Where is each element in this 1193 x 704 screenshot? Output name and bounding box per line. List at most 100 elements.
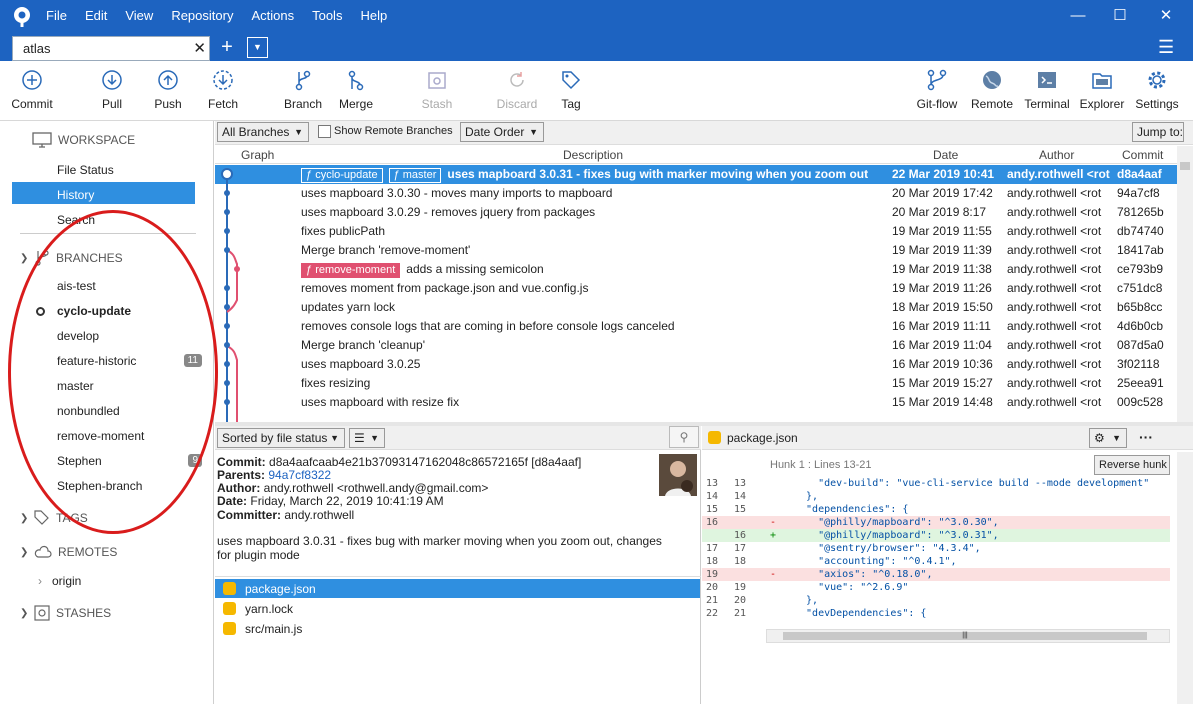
terminal-button[interactable]: Terminal bbox=[1022, 65, 1072, 119]
commit-list-scrollbar[interactable] bbox=[1177, 146, 1193, 422]
stash-button[interactable]: Stash bbox=[420, 65, 454, 119]
commit-row[interactable]: ƒ remove-moment adds a missing semicolon 1… bbox=[215, 260, 1177, 279]
commit-author: andy.rothwell <rot bbox=[1007, 319, 1102, 333]
commit-description: updates yarn lock bbox=[301, 300, 396, 314]
commit-sha: 4d6b0cb bbox=[1117, 319, 1164, 333]
reverse-hunk-button[interactable]: Reverse hunk bbox=[1094, 455, 1170, 475]
changed-file-row[interactable]: yarn.lock bbox=[215, 599, 700, 618]
sidebar-item-history[interactable]: History bbox=[57, 188, 94, 202]
commit-sha: db74740 bbox=[1117, 224, 1164, 238]
menu-file[interactable]: File bbox=[46, 8, 67, 23]
commit-row[interactable]: removes console logs that are coming in … bbox=[215, 317, 1177, 336]
menu-tools[interactable]: Tools bbox=[312, 8, 342, 23]
menu-repository[interactable]: Repository bbox=[171, 8, 233, 23]
discard-button[interactable]: Discard bbox=[496, 65, 538, 119]
commit-button[interactable]: Commit bbox=[10, 65, 54, 119]
details-toolbar: Sorted by file status ▼ ☰ ▼ ⚲ bbox=[215, 426, 701, 450]
branch-ref-label[interactable]: ƒ remove-moment bbox=[301, 263, 401, 278]
parent-link[interactable]: 94a7cf8322 bbox=[268, 468, 331, 482]
explorer-button[interactable]: Explorer bbox=[1079, 65, 1125, 119]
section-workspace[interactable]: WORKSPACE bbox=[32, 132, 135, 148]
remote-button[interactable]: Remote bbox=[970, 65, 1014, 119]
pull-button[interactable]: Pull bbox=[97, 65, 127, 119]
tag-icon bbox=[562, 71, 581, 90]
branch-ref-label[interactable]: ƒ cyclo-update bbox=[301, 168, 383, 183]
column-author[interactable]: Author bbox=[1039, 148, 1074, 162]
branch-ref-label[interactable]: ƒ master bbox=[388, 168, 442, 183]
commit-author: andy.rothwell <rot bbox=[1007, 243, 1102, 257]
commit-row[interactable]: ƒ cyclo-update ƒ master uses mapboard 3.0.… bbox=[215, 165, 1177, 184]
commit-row[interactable]: uses mapboard 3.0.29 - removes jquery fr… bbox=[215, 203, 1177, 222]
sort-dropdown[interactable]: Sorted by file status ▼ bbox=[217, 428, 345, 448]
merge-button[interactable]: Merge bbox=[337, 65, 375, 119]
commit-description: Merge branch 'cleanup' bbox=[301, 338, 425, 352]
diff-vertical-scrollbar[interactable] bbox=[1177, 452, 1193, 704]
modified-file-icon bbox=[708, 431, 721, 444]
push-button[interactable]: Push bbox=[152, 65, 184, 119]
menu-edit[interactable]: Edit bbox=[85, 8, 107, 23]
maximize-icon[interactable]: ☐ bbox=[1105, 4, 1135, 28]
commit-date: 18 Mar 2019 15:50 bbox=[892, 300, 993, 314]
view-mode-dropdown[interactable]: ☰ ▼ bbox=[349, 428, 385, 448]
commit-sha: d8a4aaf bbox=[1117, 167, 1162, 181]
section-stashes[interactable]: ❯ STASHES bbox=[20, 605, 111, 621]
commit-sha: c751dc8 bbox=[1117, 281, 1163, 295]
commit-row[interactable]: Merge branch 'remove-moment' 19 Mar 2019 … bbox=[215, 241, 1177, 260]
commit-row[interactable]: Merge branch 'cleanup' 16 Mar 2019 11:04 a… bbox=[215, 336, 1177, 355]
commit-date: 19 Mar 2019 11:26 bbox=[892, 281, 992, 295]
close-tab-icon[interactable]: ✕ bbox=[193, 39, 206, 57]
sidebar-item-history-highlight[interactable] bbox=[12, 182, 195, 204]
changed-file-row[interactable]: src/main.js bbox=[215, 619, 700, 638]
hamburger-menu-icon[interactable]: ☰ bbox=[1158, 37, 1174, 58]
commit-row[interactable]: updates yarn lock 18 Mar 2019 15:50 andy.r… bbox=[215, 298, 1177, 317]
order-dropdown[interactable]: Date Order ▼ bbox=[460, 122, 544, 142]
column-date[interactable]: Date bbox=[933, 148, 958, 162]
scrollbar-thumb[interactable] bbox=[1180, 162, 1190, 170]
commit-description: fixes resizing bbox=[301, 376, 371, 390]
sidebar-item-file-status[interactable]: File Status bbox=[57, 163, 114, 177]
more-options-icon[interactable]: ··· bbox=[1139, 429, 1153, 445]
fetch-icon bbox=[213, 70, 233, 90]
jump-to-button[interactable]: Jump to: bbox=[1132, 122, 1184, 142]
scrollbar-thumb[interactable]: ||| bbox=[783, 632, 1147, 640]
section-remotes[interactable]: ❯ REMOTES bbox=[20, 545, 117, 559]
minimize-icon[interactable]: — bbox=[1063, 4, 1093, 28]
search-icon[interactable]: ⚲ bbox=[669, 426, 699, 448]
commit-row[interactable]: uses mapboard 3.0.30 - moves many import… bbox=[215, 184, 1177, 203]
pull-icon bbox=[102, 70, 122, 90]
new-tab-icon[interactable]: + bbox=[217, 36, 237, 59]
commit-row[interactable]: removes moment from package.json and vue… bbox=[215, 279, 1177, 298]
column-description[interactable]: Description bbox=[563, 148, 623, 162]
commit-hash: d8a4aafcaab4e21b37093147162048c86572165f… bbox=[269, 455, 582, 469]
sidebar-item-origin[interactable]: › origin bbox=[38, 574, 81, 588]
tab-atlas[interactable]: atlas ✕ bbox=[12, 36, 210, 61]
commit-row[interactable]: fixes resizing 15 Mar 2019 15:27 andy.roth… bbox=[215, 374, 1177, 393]
settings-button[interactable]: Settings bbox=[1133, 65, 1181, 119]
fetch-button[interactable]: Fetch bbox=[206, 65, 240, 119]
tab-dropdown-icon[interactable]: ▼ bbox=[247, 37, 268, 58]
column-graph[interactable]: Graph bbox=[241, 148, 274, 162]
commit-author: andy.rothwell <rot bbox=[1007, 357, 1102, 371]
changed-file-row[interactable]: package.json bbox=[215, 579, 700, 598]
commit-row[interactable]: uses mapboard 3.0.25 16 Mar 2019 10:36 and… bbox=[215, 355, 1177, 374]
branch-icon bbox=[295, 70, 311, 91]
chevron-down-icon: ▼ bbox=[294, 127, 303, 137]
app-logo-icon bbox=[14, 7, 30, 27]
diff-horizontal-scrollbar[interactable]: ||| bbox=[766, 629, 1170, 643]
tag-button[interactable]: Tag bbox=[558, 65, 584, 119]
branches-filter-dropdown[interactable]: All Branches ▼ bbox=[217, 122, 309, 142]
close-window-icon[interactable]: ✕ bbox=[1151, 4, 1181, 28]
gitflow-button[interactable]: Git-flow bbox=[914, 65, 960, 119]
commit-description: removes moment from package.json and vue… bbox=[301, 281, 589, 295]
menu-help[interactable]: Help bbox=[360, 8, 387, 23]
show-remote-checkbox[interactable] bbox=[318, 125, 331, 138]
menu-actions[interactable]: Actions bbox=[251, 8, 294, 23]
branch-button[interactable]: Branch bbox=[283, 65, 323, 119]
commit-row[interactable]: fixes publicPath 19 Mar 2019 11:55 andy.ro… bbox=[215, 222, 1177, 241]
column-commit[interactable]: Commit bbox=[1122, 148, 1163, 162]
diff-settings-dropdown[interactable]: ⚙ ▼ bbox=[1089, 428, 1127, 448]
chevron-right-icon: › bbox=[38, 574, 42, 588]
menu-view[interactable]: View bbox=[125, 8, 153, 23]
gear-icon: ⚙ bbox=[1094, 431, 1105, 445]
commit-row[interactable]: uses mapboard with resize fix 15 Mar 2019… bbox=[215, 393, 1177, 412]
